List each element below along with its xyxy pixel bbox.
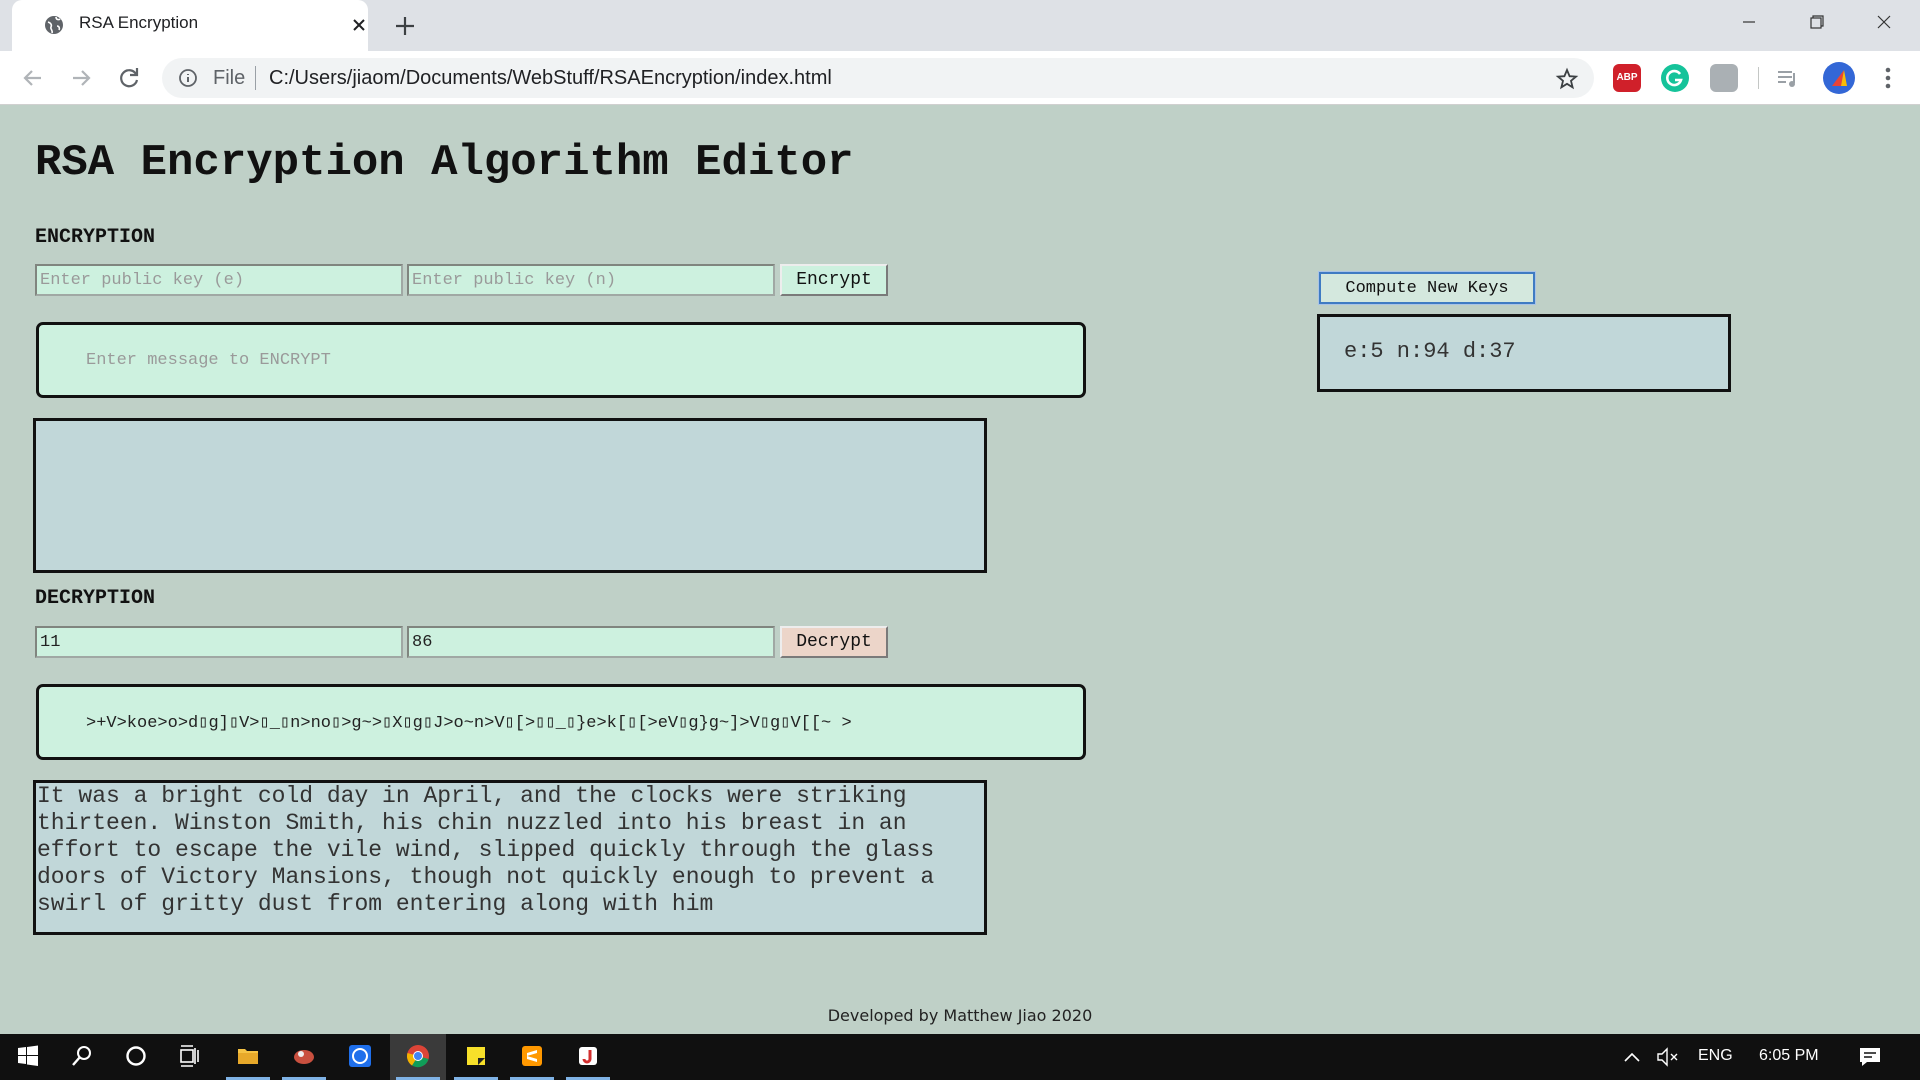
taskbar-whatsapp[interactable] bbox=[332, 1034, 388, 1080]
plus-icon[interactable] bbox=[392, 13, 418, 39]
encrypted-output bbox=[33, 418, 987, 573]
taskbar-chrome[interactable] bbox=[390, 1034, 446, 1080]
private-key-d-input[interactable] bbox=[35, 626, 403, 658]
cortana-icon bbox=[126, 1046, 146, 1066]
decrypted-output: It was a bright cold day in April, and t… bbox=[33, 780, 987, 935]
page-title: RSA Encryption Algorithm Editor bbox=[35, 138, 854, 188]
info-icon[interactable] bbox=[178, 68, 198, 88]
key-n-input[interactable] bbox=[407, 626, 775, 658]
keys-display: e:5 n:94 d:37 bbox=[1317, 314, 1731, 392]
volume-muted-icon[interactable] bbox=[1656, 1046, 1680, 1068]
taskbar-sticky-notes[interactable] bbox=[448, 1034, 504, 1080]
chevron-up-icon[interactable] bbox=[1622, 1048, 1642, 1068]
public-key-e-input[interactable] bbox=[35, 264, 403, 296]
page-content: RSA Encryption Algorithm Editor ENCRYPTI… bbox=[0, 106, 1920, 1034]
adblock-extension-icon[interactable]: ABP bbox=[1613, 64, 1641, 92]
app-icon bbox=[294, 1050, 314, 1064]
public-key-n-input[interactable] bbox=[407, 264, 775, 296]
scheme-label: File bbox=[213, 67, 246, 89]
java-icon bbox=[579, 1047, 597, 1065]
grammarly-extension-icon[interactable] bbox=[1661, 64, 1689, 92]
encrypt-button[interactable]: Encrypt bbox=[780, 264, 888, 296]
decrypt-message-input[interactable] bbox=[36, 684, 1086, 760]
taskbar-search[interactable] bbox=[54, 1034, 110, 1080]
encrypt-message-input[interactable] bbox=[36, 322, 1086, 398]
taskbar-sublime[interactable] bbox=[504, 1034, 560, 1080]
clock[interactable]: 6:05 PM bbox=[1759, 1047, 1819, 1065]
search-icon bbox=[72, 1046, 91, 1066]
decrypt-button[interactable]: Decrypt bbox=[780, 626, 888, 658]
decryption-label: DECRYPTION bbox=[35, 587, 156, 610]
taskbar-file-explorer[interactable] bbox=[220, 1034, 276, 1080]
media-icon[interactable] bbox=[1775, 65, 1801, 91]
avatar-icon bbox=[1832, 70, 1847, 86]
task-view-button[interactable] bbox=[162, 1034, 218, 1080]
browser-toolbar: File C:/Users/jiaom/Documents/WebStuff/R… bbox=[0, 51, 1920, 105]
url-text[interactable]: C:/Users/jiaom/Documents/WebStuff/RSAEnc… bbox=[269, 67, 832, 90]
abp-label: ABP bbox=[1616, 72, 1638, 83]
tab-title: RSA Encryption bbox=[79, 13, 199, 32]
whatsapp-icon bbox=[349, 1045, 371, 1067]
profile-avatar[interactable] bbox=[1823, 62, 1855, 94]
sticky-notes-icon bbox=[467, 1047, 485, 1065]
globe-icon bbox=[45, 16, 63, 34]
divider bbox=[1758, 67, 1759, 89]
chrome-icon bbox=[406, 1045, 429, 1068]
extension-icon[interactable] bbox=[1710, 64, 1738, 92]
reload-icon[interactable] bbox=[115, 64, 143, 92]
browser-tab[interactable]: RSA Encryption bbox=[12, 0, 368, 51]
windows-start-icon bbox=[18, 1045, 38, 1066]
footer: Developed by Matthew Jiao 2020 bbox=[827, 1006, 1093, 1025]
keys-text: e:5 n:94 d:37 bbox=[1344, 339, 1516, 364]
taskbar: ENG 6:05 PM bbox=[0, 1034, 1920, 1080]
language-indicator[interactable]: ENG bbox=[1698, 1047, 1733, 1065]
encryption-label: ENCRYPTION bbox=[35, 226, 156, 249]
maximize-icon[interactable] bbox=[1791, 6, 1841, 38]
tab-bar: RSA Encryption bbox=[0, 0, 1920, 51]
back-icon[interactable] bbox=[19, 64, 47, 92]
folder-icon bbox=[238, 1049, 258, 1064]
compute-new-keys-button[interactable]: Compute New Keys bbox=[1318, 271, 1536, 305]
taskbar-app[interactable] bbox=[276, 1034, 332, 1080]
minimize-icon[interactable] bbox=[1724, 6, 1774, 38]
menu-icon[interactable] bbox=[1876, 64, 1900, 92]
task-view-icon bbox=[180, 1045, 199, 1067]
notification-icon[interactable] bbox=[1858, 1045, 1882, 1069]
g-icon bbox=[1666, 69, 1683, 87]
cortana-button[interactable] bbox=[108, 1034, 164, 1080]
forward-icon[interactable] bbox=[67, 64, 95, 92]
close-window-icon[interactable] bbox=[1859, 6, 1909, 38]
taskbar-java-app[interactable] bbox=[560, 1034, 616, 1080]
divider bbox=[255, 66, 256, 90]
sublime-text-icon bbox=[522, 1046, 542, 1066]
start-button[interactable] bbox=[0, 1034, 56, 1080]
address-bar[interactable]: File C:/Users/jiaom/Documents/WebStuff/R… bbox=[162, 58, 1594, 98]
close-icon[interactable] bbox=[348, 14, 370, 36]
star-icon[interactable] bbox=[1555, 67, 1579, 91]
